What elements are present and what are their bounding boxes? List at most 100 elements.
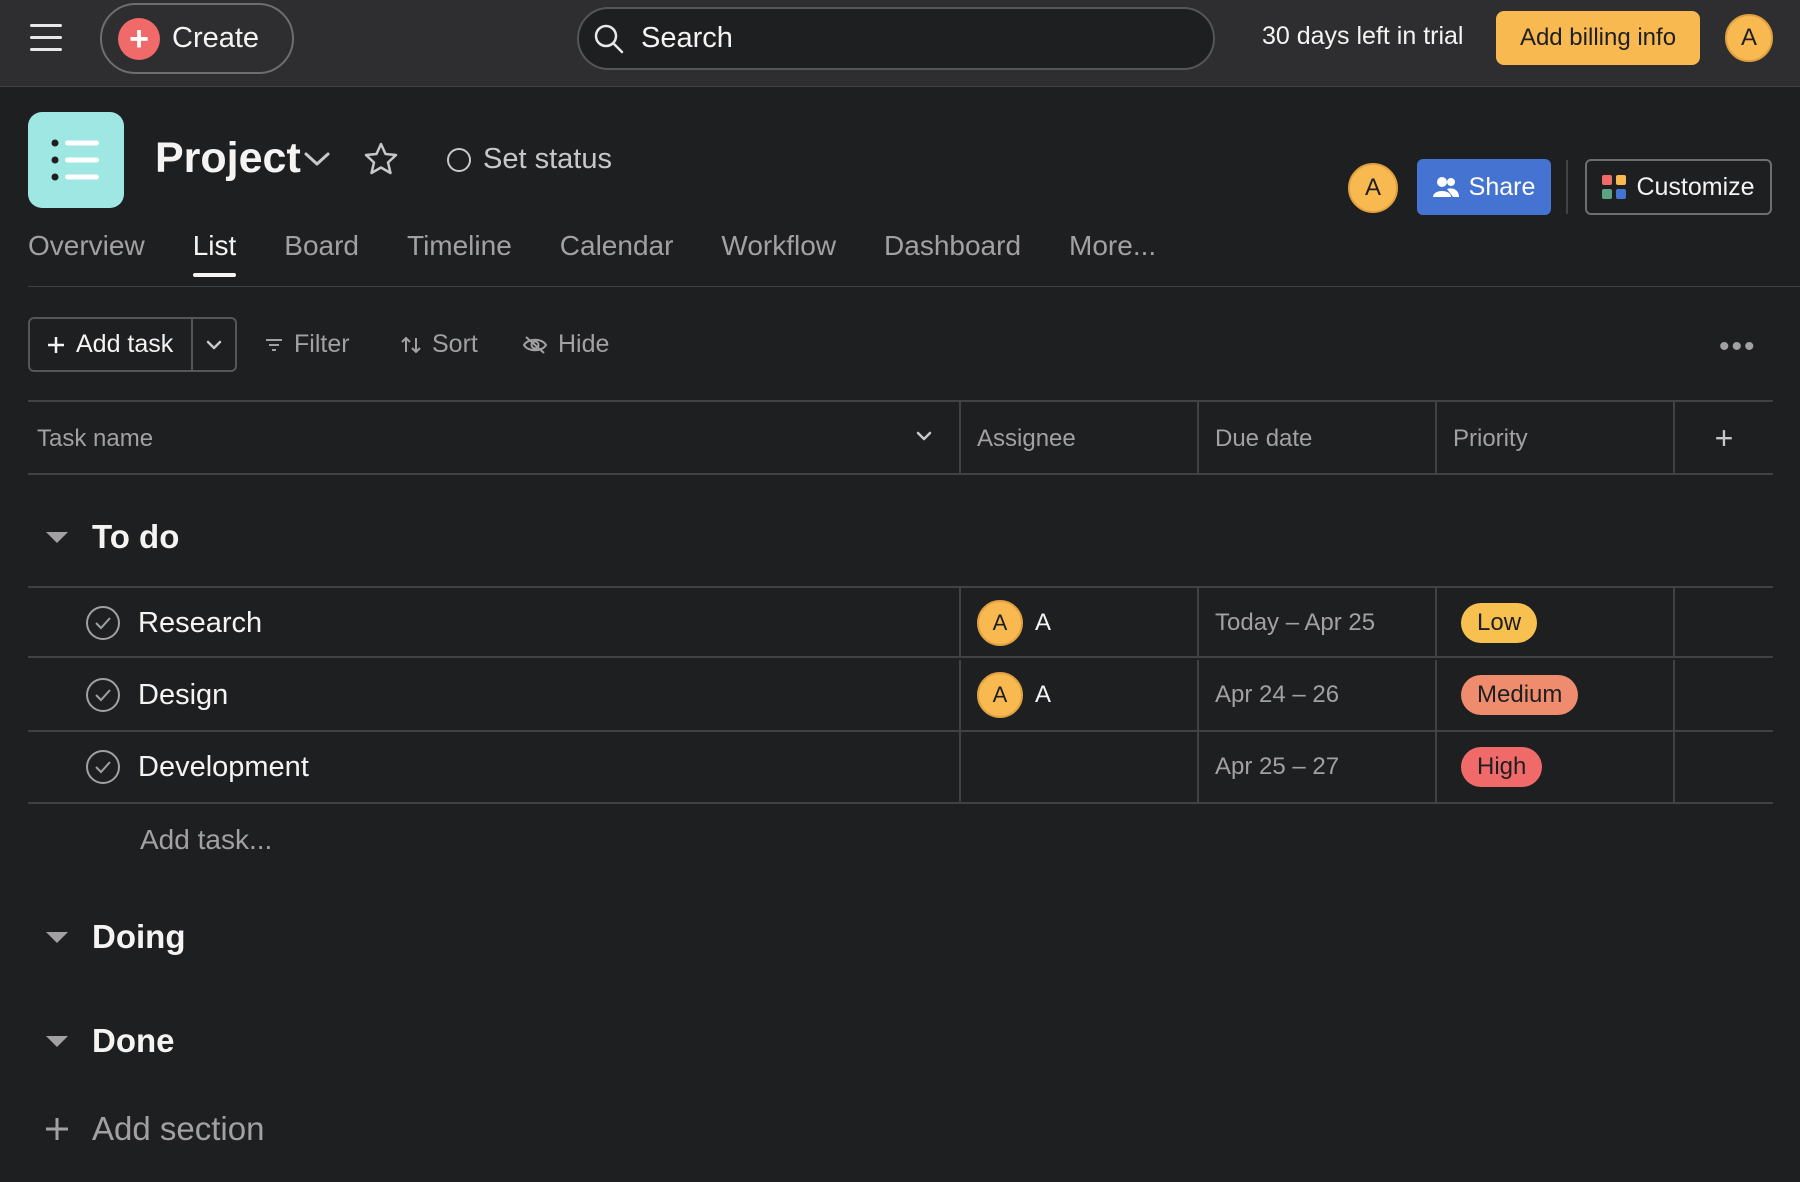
assignee-name: A bbox=[1035, 609, 1052, 636]
share-label: Share bbox=[1468, 172, 1536, 201]
tab-overview[interactable]: Overview bbox=[28, 230, 145, 274]
column-header-assignee[interactable]: Assignee bbox=[959, 402, 1197, 475]
chevron-down-icon[interactable] bbox=[915, 430, 933, 442]
tab-dashboard[interactable]: Dashboard bbox=[884, 230, 1021, 274]
section-header-to-do[interactable]: To do bbox=[46, 518, 179, 556]
priority-cell[interactable]: Medium bbox=[1435, 660, 1673, 730]
tab-board[interactable]: Board bbox=[284, 230, 359, 274]
filter-icon bbox=[266, 338, 282, 351]
filter-button[interactable]: Filter bbox=[264, 330, 350, 359]
empty-cell bbox=[1673, 660, 1773, 730]
project-title[interactable]: Project bbox=[155, 134, 301, 183]
sort-icon bbox=[401, 336, 421, 353]
section-title: To do bbox=[92, 518, 180, 555]
plus-icon bbox=[46, 1118, 68, 1140]
column-header-due-date[interactable]: Due date bbox=[1197, 402, 1435, 475]
table-row[interactable]: Design A A Apr 24 – 26 Medium bbox=[28, 660, 1773, 732]
trial-status-text: 30 days left in trial bbox=[1262, 22, 1464, 50]
priority-cell[interactable]: High bbox=[1435, 732, 1673, 802]
section-header-doing[interactable]: Doing bbox=[46, 918, 185, 956]
project-member-avatar[interactable]: A bbox=[1348, 163, 1398, 213]
user-avatar[interactable]: A bbox=[1725, 14, 1773, 62]
add-task-button[interactable]: Add task bbox=[30, 319, 193, 370]
search-icon bbox=[594, 24, 624, 53]
caret-down-icon[interactable] bbox=[46, 1035, 68, 1047]
table-header-row: Task name Assignee Due date Priority + bbox=[28, 400, 1773, 475]
add-task-dropdown[interactable] bbox=[193, 319, 235, 370]
add-section-button[interactable]: Add section bbox=[44, 1110, 264, 1148]
add-billing-info-button[interactable]: Add billing info bbox=[1496, 11, 1700, 65]
add-task-label: Add task bbox=[76, 330, 174, 358]
task-name[interactable]: Design bbox=[138, 679, 228, 712]
column-task-name-label: Task name bbox=[37, 424, 154, 452]
section-title: Done bbox=[92, 1022, 175, 1059]
task-name[interactable]: Research bbox=[138, 607, 262, 640]
assignee-cell[interactable]: A A bbox=[959, 588, 1197, 658]
header-divider bbox=[1566, 160, 1568, 214]
tabs-divider bbox=[28, 286, 1800, 287]
search-placeholder: Search bbox=[641, 22, 733, 54]
add-task-inline-input[interactable]: Add task... bbox=[140, 824, 272, 856]
due-date: Apr 25 – 27 bbox=[1215, 753, 1340, 780]
add-section-label: Add section bbox=[92, 1110, 265, 1147]
search-input[interactable]: Search bbox=[577, 7, 1215, 70]
due-date-cell[interactable]: Apr 25 – 27 bbox=[1197, 732, 1435, 802]
star-icon[interactable] bbox=[362, 140, 400, 178]
status-circle-icon bbox=[447, 147, 471, 172]
hamburger-menu-icon[interactable] bbox=[30, 24, 64, 54]
due-date-cell[interactable]: Apr 24 – 26 bbox=[1197, 660, 1435, 730]
top-bar: + Create Search 30 days left in trial Ad… bbox=[0, 0, 1800, 87]
checkmark-circle-icon[interactable] bbox=[86, 606, 120, 640]
customize-button[interactable]: Customize bbox=[1585, 159, 1772, 215]
due-date: Today – Apr 25 bbox=[1215, 609, 1376, 636]
hide-button[interactable]: Hide bbox=[522, 330, 609, 359]
priority-cell[interactable]: Low bbox=[1435, 588, 1673, 658]
plus-icon: + bbox=[118, 17, 160, 60]
customize-grid-icon bbox=[1602, 175, 1627, 199]
assignee-cell[interactable]: A A bbox=[959, 660, 1197, 730]
tab-calendar[interactable]: Calendar bbox=[560, 230, 674, 274]
table-row[interactable]: Development Apr 25 – 27 High bbox=[28, 732, 1773, 804]
avatar: A bbox=[977, 672, 1023, 718]
plus-icon bbox=[48, 336, 64, 353]
task-name[interactable]: Development bbox=[138, 751, 309, 784]
create-button-label: Create bbox=[172, 22, 260, 54]
chevron-down-icon bbox=[206, 340, 222, 349]
priority-badge: High bbox=[1461, 747, 1543, 787]
share-button[interactable]: Share bbox=[1417, 159, 1551, 215]
table-row[interactable]: Research A A Today – Apr 25 Low bbox=[28, 586, 1773, 658]
add-column-button[interactable]: + bbox=[1673, 402, 1773, 475]
column-header-task-name[interactable]: Task name bbox=[28, 402, 959, 475]
project-tabs: Overview List Board Timeline Calendar Wo… bbox=[28, 230, 1204, 277]
sort-label: Sort bbox=[432, 330, 478, 358]
caret-down-icon[interactable] bbox=[46, 531, 68, 543]
empty-cell bbox=[1673, 732, 1773, 802]
sort-button[interactable]: Sort bbox=[400, 330, 478, 359]
tab-more[interactable]: More... bbox=[1069, 230, 1156, 274]
column-header-priority[interactable]: Priority bbox=[1435, 402, 1673, 475]
tab-list[interactable]: List bbox=[192, 230, 236, 277]
project-list-icon bbox=[28, 112, 124, 208]
section-header-done[interactable]: Done bbox=[46, 1022, 175, 1060]
priority-badge: Medium bbox=[1461, 675, 1579, 715]
priority-badge: Low bbox=[1461, 603, 1538, 643]
set-status-button[interactable]: Set status bbox=[447, 143, 612, 176]
tab-timeline[interactable]: Timeline bbox=[407, 230, 512, 274]
filter-label: Filter bbox=[294, 330, 350, 358]
set-status-label: Set status bbox=[483, 143, 612, 175]
add-task-button-group: Add task bbox=[28, 317, 237, 372]
more-options-icon[interactable]: ••• bbox=[1719, 330, 1757, 364]
caret-down-icon[interactable] bbox=[46, 931, 68, 943]
due-date-cell[interactable]: Today – Apr 25 bbox=[1197, 588, 1435, 658]
assignee-cell[interactable] bbox=[959, 732, 1197, 802]
create-button[interactable]: + Create bbox=[100, 3, 294, 74]
assignee-name: A bbox=[1035, 681, 1052, 708]
customize-label: Customize bbox=[1636, 172, 1755, 201]
avatar: A bbox=[977, 600, 1023, 646]
due-date: Apr 24 – 26 bbox=[1215, 681, 1340, 708]
checkmark-circle-icon[interactable] bbox=[86, 750, 120, 784]
tab-workflow[interactable]: Workflow bbox=[721, 230, 836, 274]
checkmark-circle-icon[interactable] bbox=[86, 678, 120, 712]
people-icon bbox=[1432, 177, 1459, 197]
chevron-down-icon[interactable] bbox=[300, 147, 334, 171]
